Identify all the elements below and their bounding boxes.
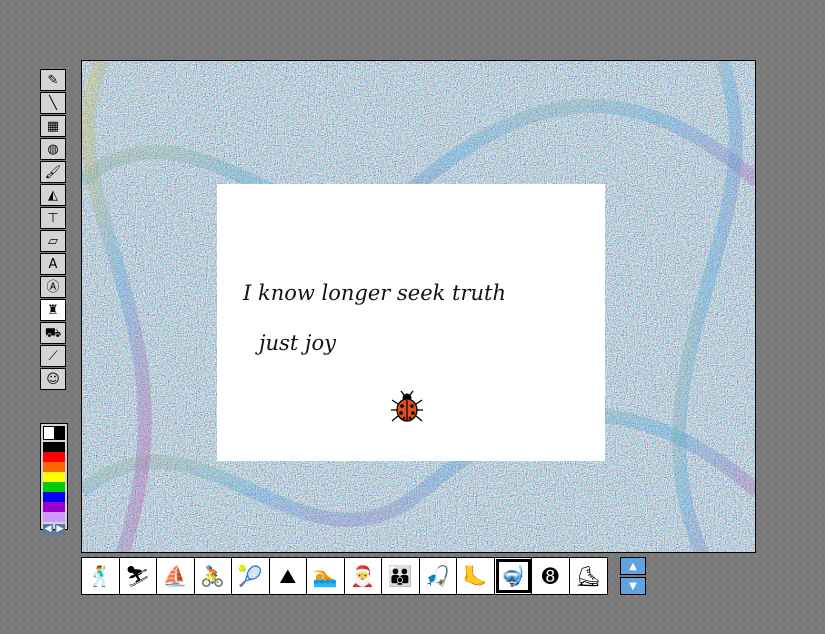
color-palette: ◀ ▶ (40, 423, 68, 534)
santa-icon: 🎅 (350, 564, 376, 588)
palette-right-arrow-icon[interactable]: ▶ (55, 524, 65, 534)
paint-bucket-tool[interactable]: ◭ (40, 184, 66, 206)
eyedropper-icon: ⟋ (48, 348, 58, 364)
color-swatch[interactable] (43, 492, 65, 502)
paint-roller-tool[interactable]: ⊤ (40, 207, 66, 229)
speed-skier-icon: ⛸ (575, 564, 601, 588)
tennis-player-icon: 🎾 (237, 564, 263, 588)
eraser-icon: ▱ (48, 233, 58, 249)
color-swatch[interactable] (43, 472, 65, 482)
ladybug-icon (391, 390, 423, 422)
undo-face-tool[interactable]: ☺ (40, 368, 66, 390)
sticker-eight-ball[interactable]: ➑ (532, 558, 570, 594)
face-icon: ☺ (46, 371, 60, 387)
sticker-windsurfer[interactable]: ⛵ (157, 558, 195, 594)
arrow-down-icon[interactable]: ▼ (620, 577, 646, 595)
poem-line-1: I know longer seek truth (243, 281, 506, 305)
current-color-indicator (43, 426, 65, 440)
sticker-santa[interactable]: 🎅 (345, 558, 382, 594)
sticker-fisher[interactable]: 🎣 (420, 558, 457, 594)
flippers-icon: 🦶 (462, 564, 488, 588)
eight-ball-icon: ➑ (541, 564, 559, 588)
stamp-tool[interactable]: ♜ (40, 299, 66, 321)
dancer-icon: 🕺 (87, 564, 113, 588)
sticker-swimmer[interactable]: 🏊 (307, 558, 345, 594)
sticker-snorkel-mask[interactable]: 🤿 (495, 558, 532, 594)
color-swatches (43, 442, 65, 522)
paint-bucket-icon: ◭ (48, 187, 58, 203)
text-icon: A (48, 256, 58, 272)
skier-icon: ⛷ (125, 564, 151, 588)
pencil-tool[interactable]: ✎ (40, 69, 66, 91)
text-card: I know longer seek truth just joy (217, 184, 605, 461)
sticker-flippers[interactable]: 🦶 (457, 558, 495, 594)
eraser-tool[interactable]: ▱ (40, 230, 66, 252)
sticker-cyclist[interactable]: 🚴 (195, 558, 232, 594)
paint-roller-icon: ⊤ (47, 210, 59, 226)
poem-line-2: just joy (259, 331, 336, 355)
eyedropper-tool[interactable]: ⟋ (40, 345, 66, 367)
sticker-tennis[interactable]: 🎾 (232, 558, 270, 594)
color-swatch[interactable] (43, 452, 65, 462)
color-swatch[interactable] (43, 442, 65, 452)
color-swatch[interactable] (43, 502, 65, 512)
text-tool[interactable]: A (40, 253, 66, 275)
snorkel-mask-icon: 🤿 (500, 564, 526, 588)
sticker-strip: 🕺 ⛷ ⛵ 🚴 🎾 ⛰ 🏊 🎅 👪 🎣 🦶 🤿 ➑ ⛸ (81, 557, 608, 595)
fisher-icon: 🎣 (425, 564, 451, 588)
rectangle-icon: ▦ (46, 118, 60, 134)
oval-tool[interactable]: ◍ (40, 138, 66, 160)
line-tool[interactable]: ╲ (40, 92, 66, 114)
cyclist-icon: 🚴 (200, 564, 226, 588)
sticker-family[interactable]: 👪 (382, 558, 420, 594)
text-stamp-tool[interactable]: Ⓐ (40, 276, 66, 298)
paintbrush-icon: 🖌 (44, 164, 62, 180)
rectangle-tool[interactable]: ▦ (40, 115, 66, 137)
truck-tool[interactable]: ⛟ (40, 322, 66, 344)
color-swatch[interactable] (43, 462, 65, 472)
truck-icon: ⛟ (44, 325, 62, 341)
palette-left-arrow-icon[interactable]: ◀ (43, 524, 53, 534)
arrow-up-icon[interactable]: ▲ (620, 557, 646, 575)
line-icon: ╲ (49, 95, 57, 111)
drawing-canvas[interactable]: I know longer seek truth just joy (81, 60, 756, 553)
sticker-scroll: ▲ ▼ (620, 557, 646, 595)
family-icon: 👪 (387, 564, 413, 588)
palette-arrows: ◀ ▶ (43, 524, 65, 534)
paintbrush-tool[interactable]: 🖌 (40, 161, 66, 183)
windsurfer-icon: ⛵ (162, 564, 188, 588)
pencil-icon: ✎ (47, 72, 59, 88)
swimmer-icon: 🏊 (312, 564, 338, 588)
sticker-skier[interactable]: ⛷ (120, 558, 157, 594)
oval-icon: ◍ (47, 141, 59, 157)
tool-palette: ✎ ╲ ▦ ◍ 🖌 ◭ ⊤ ▱ A Ⓐ ♜ ⛟ ⟋ ☺ (40, 69, 68, 391)
color-swatch[interactable] (43, 482, 65, 492)
climbers-icon: ⛰ (279, 564, 297, 588)
sticker-climbers[interactable]: ⛰ (270, 558, 307, 594)
sticker-dancer[interactable]: 🕺 (82, 558, 120, 594)
stamp-icon: ♜ (47, 302, 59, 318)
color-swatch[interactable] (43, 512, 65, 522)
sticker-speed-skier[interactable]: ⛸ (570, 558, 608, 594)
text-stamp-icon: Ⓐ (46, 279, 60, 295)
